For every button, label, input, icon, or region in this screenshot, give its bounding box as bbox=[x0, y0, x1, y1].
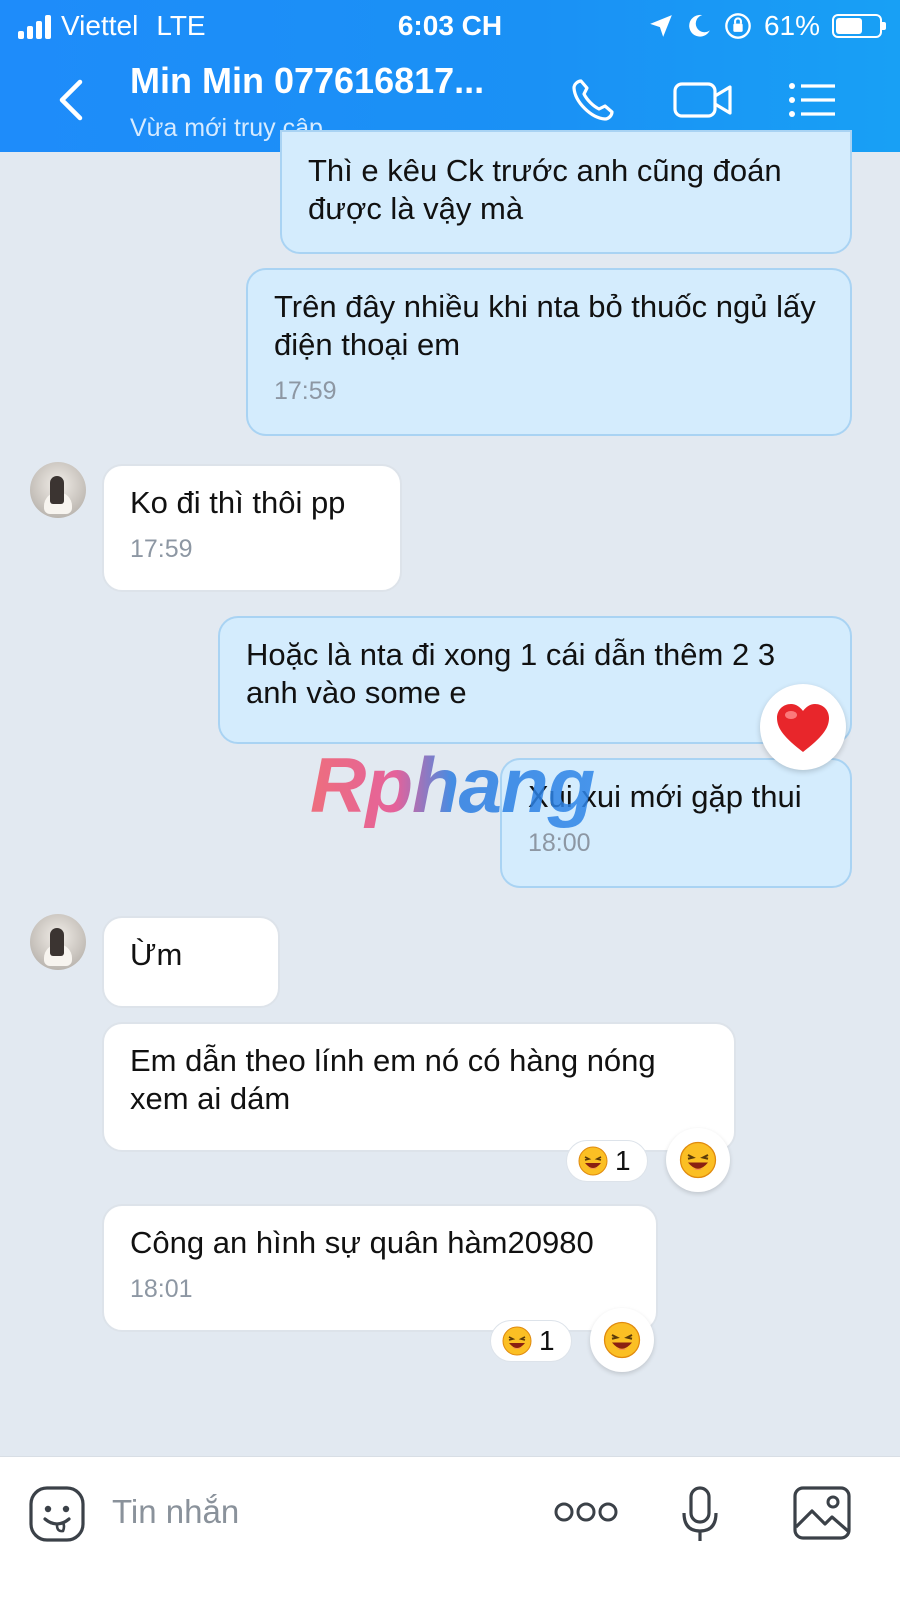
emoji-face-icon[interactable] bbox=[28, 1485, 86, 1543]
laughing-emoji-icon bbox=[502, 1326, 532, 1356]
phone-icon[interactable] bbox=[568, 76, 618, 124]
reaction-summary[interactable]: 1 bbox=[566, 1140, 648, 1182]
message-bubble-outgoing[interactable]: Hoặc là nta đi xong 1 cái dẫn thêm 2 3 a… bbox=[218, 616, 852, 744]
list-menu-icon[interactable] bbox=[786, 76, 838, 124]
message-text: Em dẫn theo lính em nó có hàng nóng xem … bbox=[130, 1043, 656, 1116]
orientation-lock-icon bbox=[725, 13, 751, 39]
microphone-icon[interactable] bbox=[680, 1485, 720, 1545]
message-time: 17:59 bbox=[130, 535, 193, 563]
battery-icon bbox=[832, 14, 886, 38]
message-time: 18:01 bbox=[130, 1275, 193, 1303]
avatar[interactable] bbox=[30, 914, 86, 970]
message-bubble-incoming[interactable]: Công an hình sự quân hàm20980 18:01 bbox=[102, 1204, 658, 1332]
image-icon[interactable] bbox=[792, 1485, 852, 1541]
message-bubble-incoming[interactable]: Ko đi thì thôi pp 17:59 bbox=[102, 464, 402, 592]
message-bubble-incoming[interactable]: Em dẫn theo lính em nó có hàng nóng xem … bbox=[102, 1022, 736, 1152]
laughing-emoji-icon bbox=[679, 1141, 717, 1179]
watermark: Rphang bbox=[310, 741, 595, 829]
message-bubble-outgoing[interactable]: Trên đây nhiều khi nta bỏ thuốc ngủ lấy … bbox=[246, 268, 852, 436]
contact-name[interactable]: Min Min 077616817... bbox=[130, 60, 484, 102]
message-bubble-outgoing[interactable]: Thì e kêu Ck trước anh cũng đoán được là… bbox=[280, 130, 852, 254]
reaction-count: 1 bbox=[539, 1325, 555, 1356]
laughing-emoji-icon bbox=[603, 1321, 641, 1359]
message-input[interactable]: Tin nhắn bbox=[112, 1493, 239, 1531]
message-text: Ừm bbox=[130, 937, 183, 972]
heart-reaction-button[interactable] bbox=[760, 684, 846, 770]
heart-icon bbox=[777, 704, 829, 752]
chevron-left-icon[interactable] bbox=[52, 76, 92, 124]
laughing-emoji-icon bbox=[578, 1146, 608, 1176]
avatar[interactable] bbox=[30, 462, 86, 518]
message-time: 18:00 bbox=[528, 829, 591, 857]
reaction-count: 1 bbox=[615, 1145, 631, 1176]
moon-icon bbox=[689, 14, 710, 37]
message-composer: Tin nhắn bbox=[0, 1456, 900, 1601]
add-reaction-button[interactable] bbox=[666, 1128, 730, 1192]
battery-percent: 61% bbox=[763, 10, 820, 41]
message-text: Trên đây nhiều khi nta bỏ thuốc ngủ lấy … bbox=[274, 289, 816, 362]
video-camera-icon[interactable] bbox=[672, 76, 734, 124]
more-dots-icon[interactable] bbox=[554, 1499, 618, 1525]
message-text: Thì e kêu Ck trước anh cũng đoán được là… bbox=[308, 153, 782, 226]
location-arrow-icon bbox=[650, 15, 672, 37]
reaction-summary[interactable]: 1 bbox=[490, 1320, 572, 1362]
add-reaction-button[interactable] bbox=[590, 1308, 654, 1372]
message-time: 17:59 bbox=[274, 377, 337, 405]
status-bar: Viettel LTE 6:03 CH 61% bbox=[0, 8, 900, 48]
message-text: Hoặc là nta đi xong 1 cái dẫn thêm 2 3 a… bbox=[246, 637, 776, 710]
message-bubble-incoming[interactable]: Ừm bbox=[102, 916, 280, 1008]
message-text: Công an hình sự quân hàm20980 bbox=[130, 1225, 594, 1260]
message-text: Ko đi thì thôi pp bbox=[130, 485, 346, 520]
